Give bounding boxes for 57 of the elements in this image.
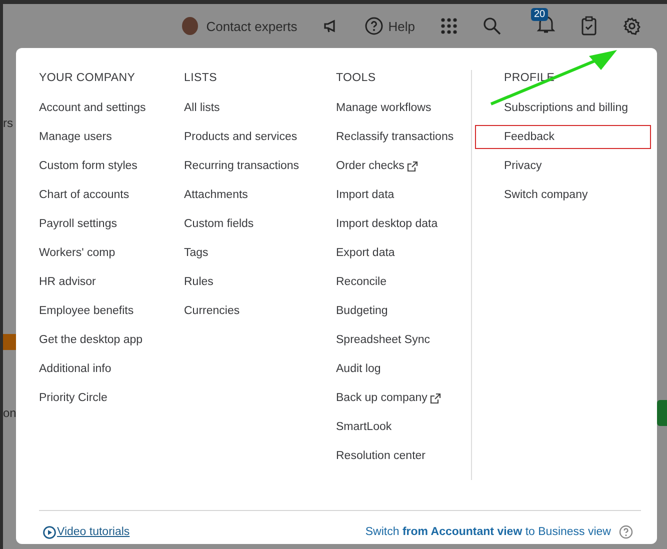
column-heading: YOUR COMPANY <box>39 71 136 86</box>
menu-link[interactable]: Employee benefits <box>39 304 134 318</box>
switch-view-link[interactable]: Switch from Accountant view to Business view <box>365 526 611 538</box>
menu-link[interactable]: Account and settings <box>39 101 146 115</box>
menu-link[interactable]: Import data <box>336 188 394 202</box>
menu-link[interactable]: Custom fields <box>184 217 254 231</box>
contact-experts-button[interactable]: Contact experts <box>206 18 298 34</box>
menu-link[interactable]: Custom form styles <box>39 159 138 173</box>
menu-link[interactable]: Attachments <box>184 188 248 202</box>
menu-link[interactable]: Rules <box>184 275 214 289</box>
menu-link[interactable]: Audit log <box>336 362 381 376</box>
avatar-icon <box>182 17 198 35</box>
clipboard-icon[interactable] <box>581 16 597 36</box>
notification-count: 20 <box>531 8 548 20</box>
menu-link[interactable]: Currencies <box>184 304 240 318</box>
help-button[interactable]: Help <box>365 17 415 35</box>
menu-link[interactable]: All lists <box>184 101 220 115</box>
background-bar <box>3 334 17 350</box>
menu-link[interactable]: Spreadsheet Sync <box>336 333 430 347</box>
help-icon <box>365 17 384 35</box>
menu-link[interactable]: Manage users <box>39 130 112 144</box>
menu-link[interactable]: Switch company <box>504 188 588 202</box>
menu-link[interactable]: Reclassify transactions <box>336 130 454 144</box>
help-icon[interactable] <box>619 525 633 539</box>
menu-link[interactable]: Get the desktop app <box>39 333 143 347</box>
menu-link[interactable]: Manage workflows <box>336 101 432 115</box>
column-heading: TOOLS <box>336 71 377 86</box>
background-text: on <box>3 406 16 420</box>
grid-icon[interactable] <box>441 18 457 34</box>
menu-link[interactable]: Additional info <box>39 362 112 376</box>
menu-link[interactable]: Back up company <box>336 391 442 405</box>
column-heading: LISTS <box>184 71 218 86</box>
menu-link[interactable]: Priority Circle <box>39 391 108 405</box>
external-link-icon <box>430 392 442 404</box>
menu-link[interactable]: Products and services <box>184 130 298 144</box>
video-tutorials-link[interactable]: Video tutorials <box>43 526 130 538</box>
menu-link[interactable]: Export data <box>336 246 395 260</box>
menu-link[interactable]: Privacy <box>504 159 542 173</box>
external-link-icon <box>407 160 418 172</box>
search-icon[interactable] <box>483 17 501 35</box>
menu-link[interactable]: Workers' comp <box>39 246 116 260</box>
menu-link[interactable]: Tags <box>184 246 208 260</box>
play-icon <box>43 526 56 538</box>
menu-link[interactable]: Budgeting <box>336 304 388 318</box>
menu-link[interactable]: SmartLook <box>336 420 392 434</box>
menu-link[interactable]: Chart of accounts <box>39 188 130 202</box>
menu-link[interactable]: Reconcile <box>336 275 386 289</box>
menu-link[interactable]: Feedback <box>476 126 650 148</box>
settings-icon[interactable] <box>623 17 641 35</box>
menu-link[interactable]: Resolution center <box>336 449 426 463</box>
menu-link[interactable]: Import desktop data <box>336 217 438 231</box>
menu-link[interactable]: Order checks <box>336 159 418 173</box>
menu-link[interactable]: Subscriptions and billing <box>504 101 628 115</box>
menu-link[interactable]: Payroll settings <box>39 217 117 231</box>
menu-link[interactable]: HR advisor <box>39 275 96 289</box>
menu-link[interactable]: Recurring transactions <box>184 159 300 173</box>
background-text: rs <box>3 116 13 130</box>
